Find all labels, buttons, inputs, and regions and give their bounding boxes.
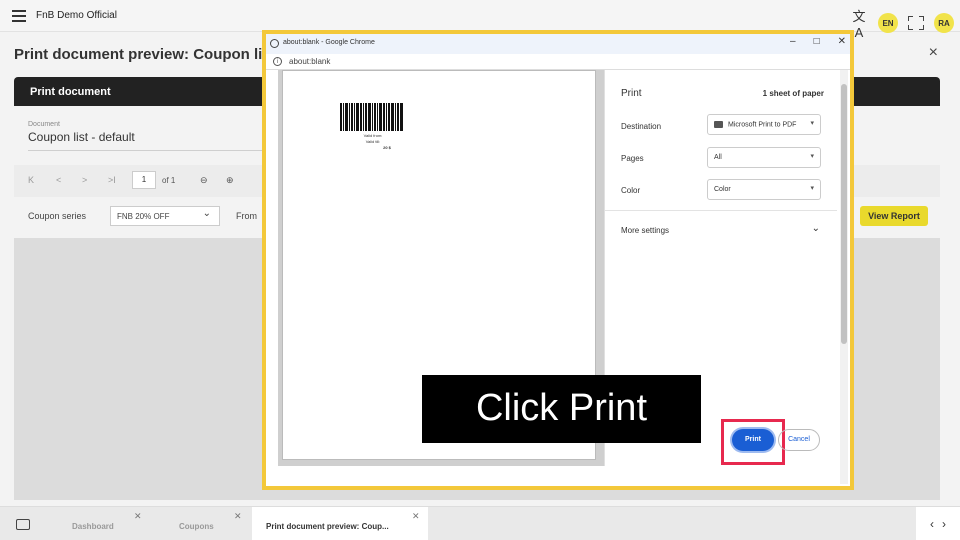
avatar[interactable]: RA	[934, 13, 954, 33]
close-icon[interactable]: ✕	[134, 511, 142, 522]
destination-value: Microsoft Print to PDF	[728, 121, 797, 129]
sheets-count: 1 sheet of paper	[762, 89, 824, 98]
url-bar: i about:blank	[266, 54, 850, 70]
cancel-button[interactable]: Cancel	[778, 429, 820, 451]
close-icon[interactable]: ✕	[838, 36, 846, 47]
document-value: Coupon list - default	[28, 130, 135, 144]
last-page-icon[interactable]: >I	[108, 175, 116, 185]
tabs-toggle-icon[interactable]	[16, 519, 30, 530]
tab-nav: ‹ ›	[916, 507, 960, 540]
top-icons: 文A EN RA	[850, 6, 954, 40]
scrollbar[interactable]	[840, 70, 848, 484]
pages-label: Pages	[621, 154, 644, 163]
coupon-series-label: Coupon series	[28, 211, 87, 221]
color-label: Color	[621, 186, 641, 195]
menu-icon[interactable]	[12, 10, 26, 22]
maximize-icon[interactable]: □	[814, 36, 820, 47]
divider	[605, 210, 837, 211]
valid-from-text: Valid from:	[363, 133, 383, 138]
page-count: of 1	[162, 176, 176, 185]
print-title: Print	[621, 88, 642, 99]
destination-select[interactable]: Microsoft Print to PDF	[707, 114, 821, 135]
app-title: FnB Demo Official	[36, 10, 117, 21]
tab-print-preview[interactable]: Print document preview: Coup... ✕	[252, 507, 428, 540]
close-icon[interactable]: ×	[929, 44, 938, 62]
url-text: about:blank	[289, 57, 331, 66]
view-report-button[interactable]: View Report	[860, 206, 928, 226]
chrome-icon	[270, 39, 279, 48]
chevron-right-icon[interactable]: ›	[942, 517, 946, 531]
print-button[interactable]: Print	[732, 429, 774, 451]
barcode	[340, 103, 406, 131]
chevron-down-icon[interactable]: ⌄	[812, 223, 820, 234]
close-icon[interactable]: ✕	[234, 511, 242, 522]
minimize-icon[interactable]: –	[790, 36, 796, 47]
zoom-out-icon[interactable]: ⊖	[200, 175, 208, 186]
language-badge[interactable]: EN	[878, 13, 898, 33]
document-label: Document	[28, 121, 60, 128]
tab-label: Dashboard	[72, 522, 114, 531]
chevron-left-icon[interactable]: ‹	[930, 517, 934, 531]
info-icon[interactable]: i	[273, 57, 282, 66]
first-page-icon[interactable]: K	[28, 175, 34, 185]
tab-coupons[interactable]: Coupons ✕	[152, 507, 248, 540]
destination-label: Destination	[621, 122, 662, 131]
scrollbar-thumb[interactable]	[841, 84, 847, 344]
tab-label: Coupons	[179, 522, 214, 531]
zoom-in-icon[interactable]: ⊕	[226, 175, 234, 186]
app-bar: FnB Demo Official 文A EN RA	[0, 0, 960, 40]
valid-till-text: Valid till:	[365, 139, 381, 144]
tab-dashboard[interactable]: Dashboard ✕	[48, 507, 146, 540]
page-title: Print document preview: Coupon list	[14, 46, 276, 63]
coupon-series-select[interactable]: FNB 20% OFF	[110, 206, 220, 226]
window-controls: – □ ✕	[790, 36, 846, 47]
close-icon[interactable]: ✕	[412, 511, 420, 522]
tab-bar: Dashboard ✕ Coupons ✕ Print document pre…	[0, 506, 960, 540]
prev-page-icon[interactable]: <	[56, 175, 61, 185]
window-title: about:blank - Google Chrome	[283, 39, 375, 46]
printer-icon	[714, 121, 723, 128]
from-label: From	[236, 211, 257, 221]
next-page-icon[interactable]: >	[82, 175, 87, 185]
more-settings-toggle[interactable]: More settings	[621, 226, 669, 235]
coupon-amount: 20 $	[383, 145, 391, 150]
instruction-caption: Click Print	[422, 375, 701, 443]
pages-select[interactable]: All	[707, 147, 821, 168]
color-select[interactable]: Color	[707, 179, 821, 200]
fullscreen-icon[interactable]	[908, 16, 924, 30]
document-field[interactable]: Document Coupon list - default	[28, 121, 268, 151]
window-titlebar: about:blank - Google Chrome – □ ✕	[266, 34, 850, 54]
page-number-input[interactable]: 1	[132, 171, 156, 189]
tab-label: Print document preview: Coup...	[266, 522, 389, 531]
